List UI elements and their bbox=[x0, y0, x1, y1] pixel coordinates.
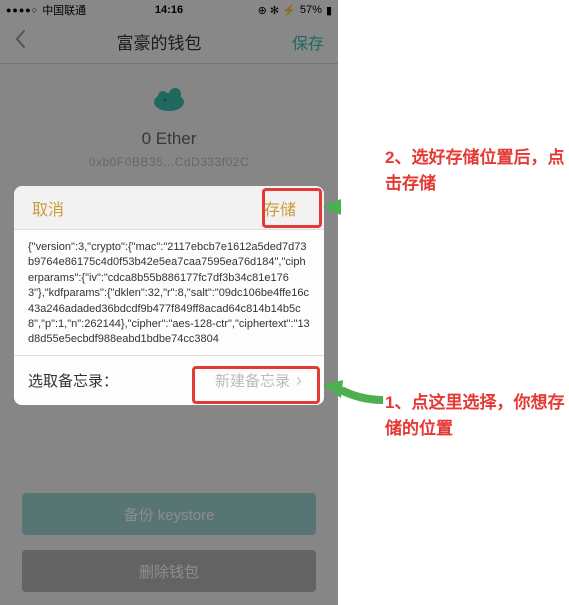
memo-placeholder-button[interactable]: 新建备忘录 › bbox=[207, 366, 310, 395]
memo-label: 选取备忘录： bbox=[28, 370, 118, 391]
modal-header: 取消 存储 bbox=[14, 186, 324, 230]
annotation-step-2: 2、选好存储位置后，点击存储 bbox=[385, 145, 569, 196]
memo-selector-row[interactable]: 选取备忘录： 新建备忘录 › bbox=[14, 355, 324, 405]
store-button[interactable]: 存储 bbox=[254, 192, 306, 224]
chevron-right-icon: › bbox=[296, 370, 302, 391]
keystore-json-text: {"version":3,"crypto":{"mac":"2117ebcb7e… bbox=[14, 230, 324, 355]
phone-screen: ●●●●○ 中国联通 14:16 ⊕ ✻ ⚡ 57% ▮ 富豪的钱包 保存 bbox=[0, 0, 338, 605]
annotation-step-1: 1、点这里选择，你想存储的位置 bbox=[385, 390, 569, 441]
memo-placeholder-text: 新建备忘录 bbox=[215, 370, 290, 391]
export-modal: 取消 存储 {"version":3,"crypto":{"mac":"2117… bbox=[14, 186, 324, 405]
cancel-button[interactable]: 取消 bbox=[32, 196, 64, 220]
